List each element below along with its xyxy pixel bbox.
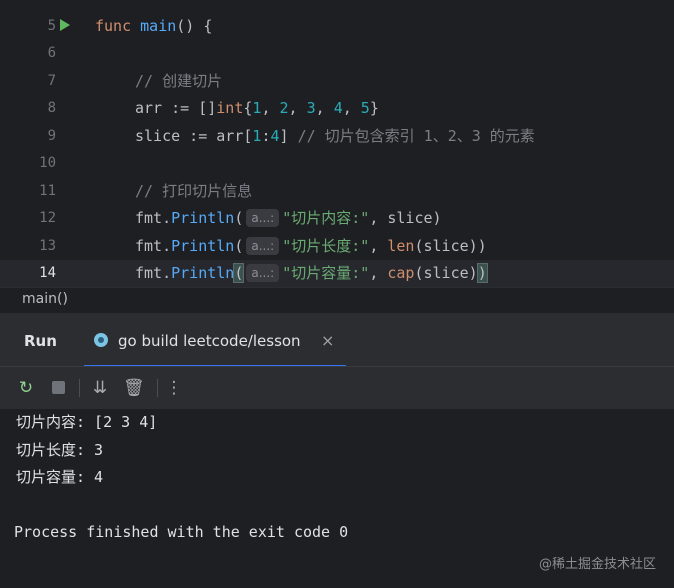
run-tab-label: go build leetcode/lesson <box>118 332 301 350</box>
code-text: () { <box>176 17 213 35</box>
type-int: int <box>216 99 244 117</box>
builtin-len: len <box>387 237 415 255</box>
line-number: 6 <box>47 45 56 61</box>
code-line-5: func main() { <box>95 13 212 40</box>
code-line-14: fmt.Println(a...: "切片容量:", cap(slice)) <box>135 260 488 287</box>
function-call-println: Println <box>171 237 235 255</box>
string-literal: "切片长度:" <box>282 237 370 255</box>
code-text: (slice) <box>414 264 478 282</box>
console-line: 切片容量: 4 <box>16 468 104 486</box>
stop-icon[interactable] <box>52 381 65 394</box>
code-text: ( <box>234 237 244 255</box>
comment: // 打印切片信息 <box>135 182 253 200</box>
parameter-hint: a...: <box>246 237 280 255</box>
rerun-icon[interactable]: ↻ <box>16 378 36 398</box>
close-tab-icon[interactable]: × <box>321 331 334 350</box>
run-toolbar: ↻ ⇊ 🗑 ⋮ <box>0 366 674 410</box>
code-text: fmt. <box>135 237 172 255</box>
code-text: arr := [] <box>135 99 217 117</box>
run-tool-window-title[interactable]: Run <box>24 332 57 350</box>
run-configuration-tab[interactable]: go build leetcode/lesson × <box>84 316 346 367</box>
toolbar-separator <box>79 379 80 397</box>
code-text: ( <box>234 209 244 227</box>
toolbar-separator <box>157 379 158 397</box>
scroll-to-end-icon[interactable]: ⇊ <box>90 378 110 398</box>
line-number: 7 <box>47 73 56 89</box>
line-number: 11 <box>39 183 56 199</box>
code-line-9: slice := arr[1:4] // 切片包含索引 1、2、3 的元素 <box>135 123 535 150</box>
line-number: 5 <box>47 18 56 34</box>
go-gopher-icon <box>94 333 108 347</box>
line-number: 12 <box>39 210 56 226</box>
breadcrumb-bar: main() <box>0 287 674 313</box>
code-text: , <box>315 99 334 117</box>
line-number: 10 <box>39 155 56 171</box>
line-number: 13 <box>39 238 56 254</box>
code-line-7: // 创建切片 <box>135 68 222 95</box>
code-editor[interactable]: 5 6 7 8 9 10 11 12 13 14 func main() { /… <box>0 0 674 287</box>
code-text: , <box>342 99 361 117</box>
code-line-13: fmt.Println(a...: "切片长度:", len(slice)) <box>135 233 487 260</box>
function-call-println: Println <box>171 209 235 227</box>
code-text: , <box>288 99 307 117</box>
line-number: 8 <box>47 100 56 116</box>
function-name-main: main <box>140 17 177 35</box>
number: 3 <box>306 99 316 117</box>
number: 5 <box>360 99 370 117</box>
code-text: slice := arr[ <box>135 127 253 145</box>
run-main-icon[interactable] <box>60 19 70 31</box>
code-text: ] <box>279 127 298 145</box>
breadcrumb-main[interactable]: main() <box>22 291 68 307</box>
code-line-8: arr := []int{1, 2, 3, 4, 5} <box>135 95 379 122</box>
matched-paren: ( <box>233 263 245 283</box>
line-number: 9 <box>47 128 56 144</box>
code-line-12: fmt.Println(a...: "切片内容:", slice) <box>135 205 442 232</box>
parameter-hint: a...: <box>246 209 280 227</box>
matched-paren: ) <box>476 263 488 283</box>
code-text: fmt. <box>135 264 172 282</box>
parameter-hint: a...: <box>246 264 280 282</box>
console-output[interactable]: 切片内容: [2 3 4] 切片长度: 3 切片容量: 4 Process fi… <box>0 409 674 588</box>
code-text: , <box>369 237 388 255</box>
code-text: (slice)) <box>414 237 487 255</box>
code-text: , <box>261 99 280 117</box>
code-text: , <box>369 264 388 282</box>
string-literal: "切片容量:" <box>282 264 370 282</box>
function-call-println: Println <box>171 264 235 282</box>
console-line-exit: Process finished with the exit code 0 <box>14 523 349 541</box>
watermark: @稀土掘金技术社区 <box>538 557 656 572</box>
line-number-current: 14 <box>39 265 56 281</box>
code-line-11: // 打印切片信息 <box>135 178 252 205</box>
comment: // 切片包含索引 1、2、3 的元素 <box>297 127 535 145</box>
more-icon[interactable]: ⋮ <box>164 378 184 398</box>
console-line: 切片长度: 3 <box>16 441 104 459</box>
code-text: , slice) <box>369 209 442 227</box>
trash-icon[interactable]: 🗑 <box>123 378 145 398</box>
code-text: } <box>369 99 379 117</box>
number: 4 <box>270 127 280 145</box>
run-tool-window-header: Run go build leetcode/lesson × <box>0 316 674 367</box>
console-line: 切片内容: [2 3 4] <box>16 413 158 431</box>
keyword-func: func <box>95 17 132 35</box>
number: 4 <box>333 99 343 117</box>
builtin-cap: cap <box>387 264 415 282</box>
number: 2 <box>279 99 289 117</box>
string-literal: "切片内容:" <box>282 209 370 227</box>
comment: // 创建切片 <box>135 72 223 90</box>
code-text: fmt. <box>135 209 172 227</box>
